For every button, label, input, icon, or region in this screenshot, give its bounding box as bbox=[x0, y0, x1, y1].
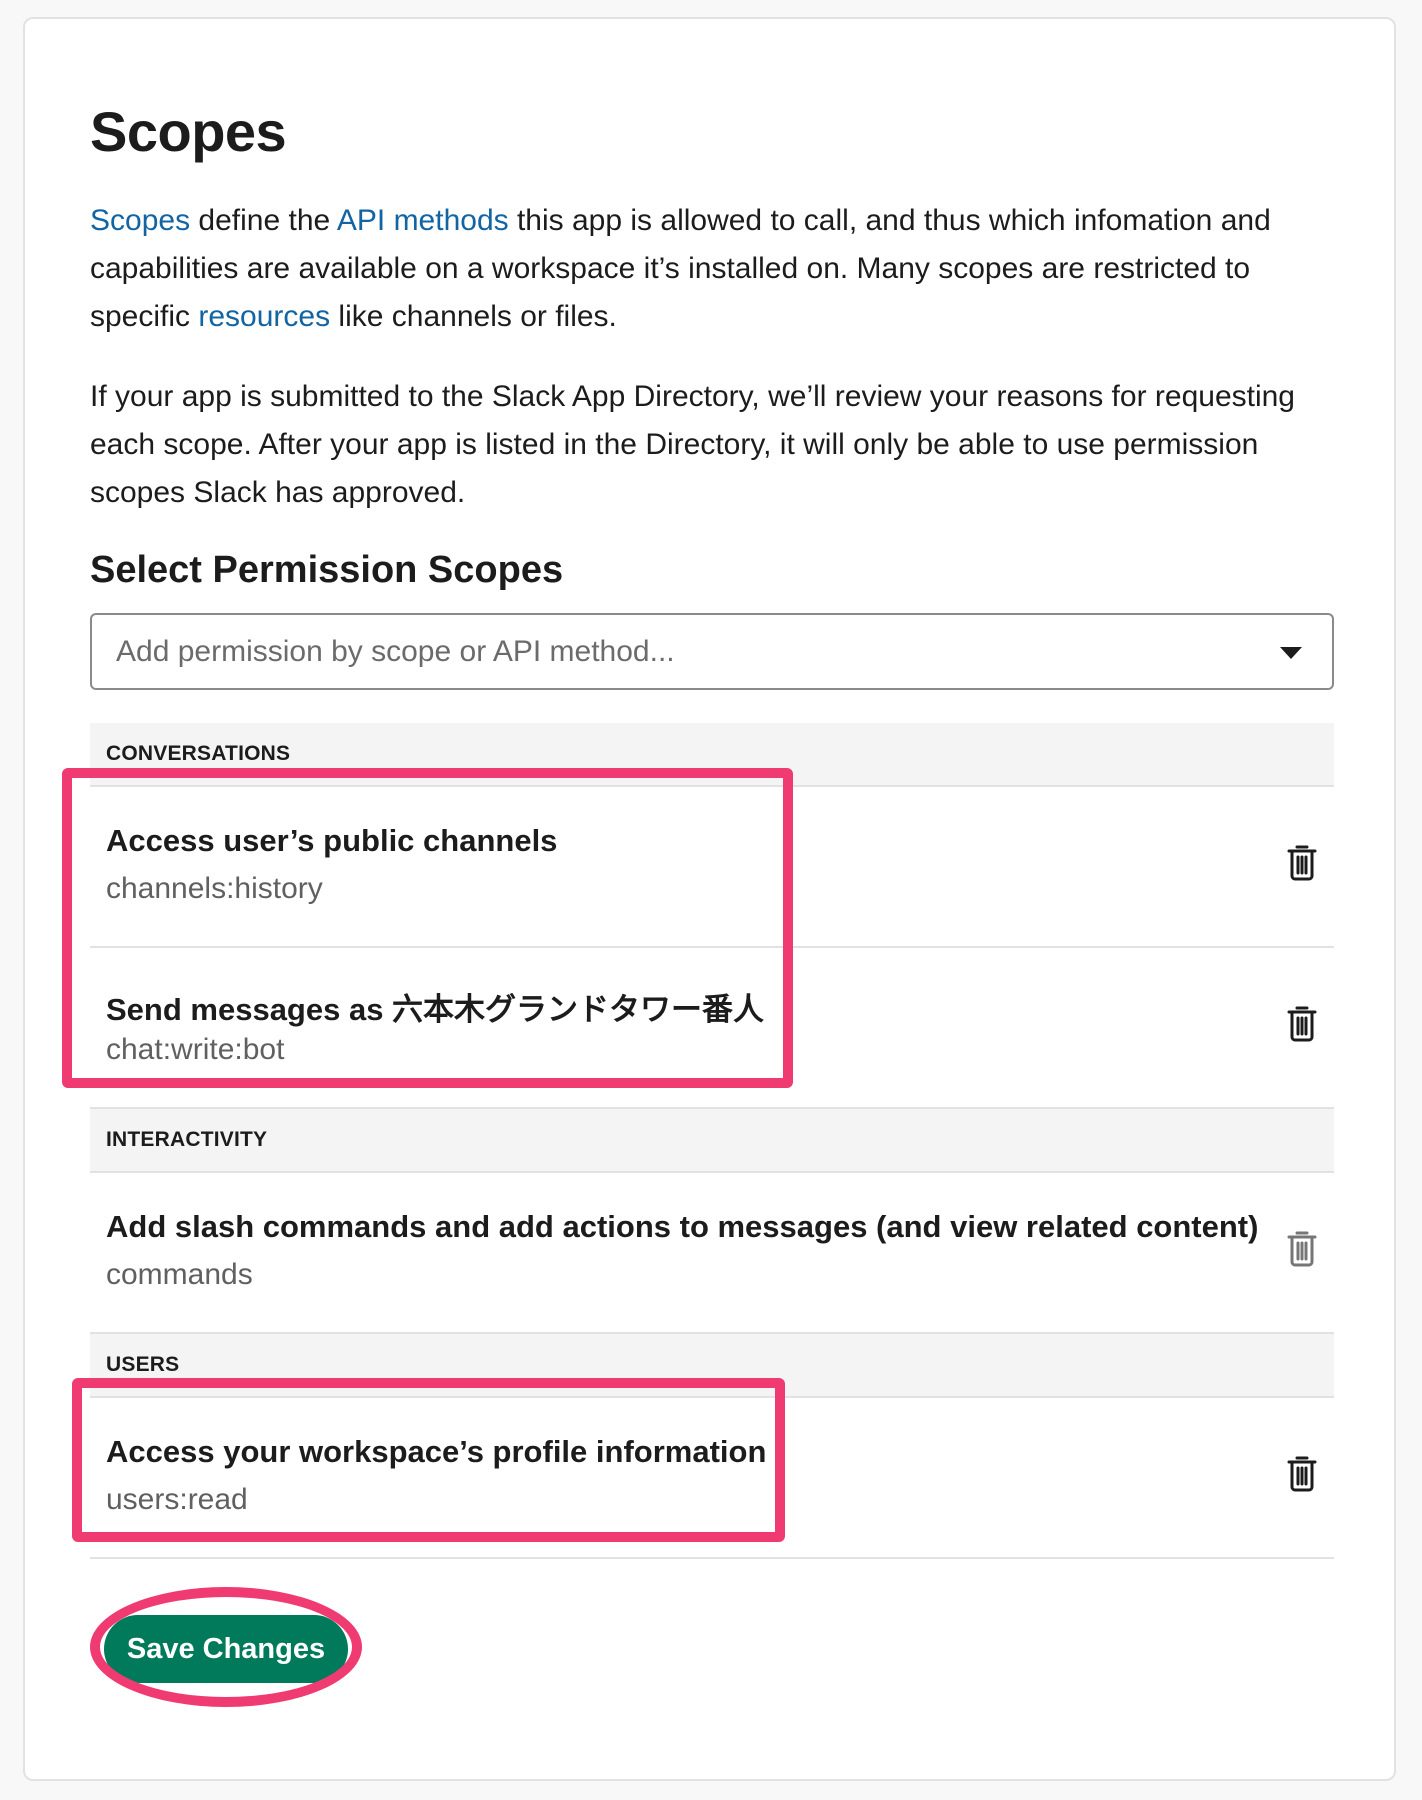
permission-search-input[interactable] bbox=[116, 615, 1236, 688]
trash-icon[interactable] bbox=[1286, 1229, 1318, 1267]
scope-list: CONVERSATIONS Access user’s public chann… bbox=[90, 723, 1334, 1559]
scope-row: Access user’s public channels channels:h… bbox=[90, 787, 1334, 948]
scope-row: Access your workspace’s profile informat… bbox=[90, 1398, 1334, 1559]
scope-code: chat:write:bot bbox=[106, 1033, 285, 1066]
section-header-conversations: CONVERSATIONS bbox=[90, 723, 1334, 787]
scope-title: Send messages as 六本木グランドタワー番人 bbox=[106, 992, 765, 1027]
intro-text-1: define the bbox=[190, 204, 337, 237]
scopes-card: Scopes Scopes define the API methods thi… bbox=[23, 17, 1396, 1781]
scope-code: users:read bbox=[106, 1483, 248, 1516]
api-methods-link[interactable]: API methods bbox=[337, 204, 509, 237]
trash-icon[interactable] bbox=[1286, 1454, 1318, 1492]
intro-text-3: like channels or files. bbox=[330, 300, 617, 333]
permission-select[interactable] bbox=[90, 613, 1334, 690]
scope-code: channels:history bbox=[106, 872, 323, 905]
resources-link[interactable]: resources bbox=[198, 300, 330, 333]
permission-scopes-heading: Select Permission Scopes bbox=[90, 549, 564, 591]
scope-row: Add slash commands and add actions to me… bbox=[90, 1173, 1334, 1334]
scope-title: Access your workspace’s profile informat… bbox=[106, 1434, 767, 1469]
save-changes-button[interactable]: Save Changes bbox=[104, 1615, 348, 1683]
chevron-down-icon[interactable] bbox=[1280, 647, 1302, 659]
intro-paragraph: Scopes define the API methods this app i… bbox=[90, 197, 1334, 341]
scope-code: commands bbox=[106, 1258, 253, 1291]
section-header-users: USERS bbox=[90, 1334, 1334, 1398]
scopes-link[interactable]: Scopes bbox=[90, 204, 190, 237]
scope-title: Add slash commands and add actions to me… bbox=[106, 1209, 1259, 1244]
review-paragraph: If your app is submitted to the Slack Ap… bbox=[90, 380, 1295, 509]
trash-icon[interactable] bbox=[1286, 1004, 1318, 1042]
section-header-interactivity: INTERACTIVITY bbox=[90, 1109, 1334, 1173]
trash-icon[interactable] bbox=[1286, 843, 1318, 881]
scope-title: Access user’s public channels bbox=[106, 823, 558, 858]
scope-row: Send messages as 六本木グランドタワー番人 chat:write… bbox=[90, 948, 1334, 1109]
page-title: Scopes bbox=[90, 100, 287, 163]
